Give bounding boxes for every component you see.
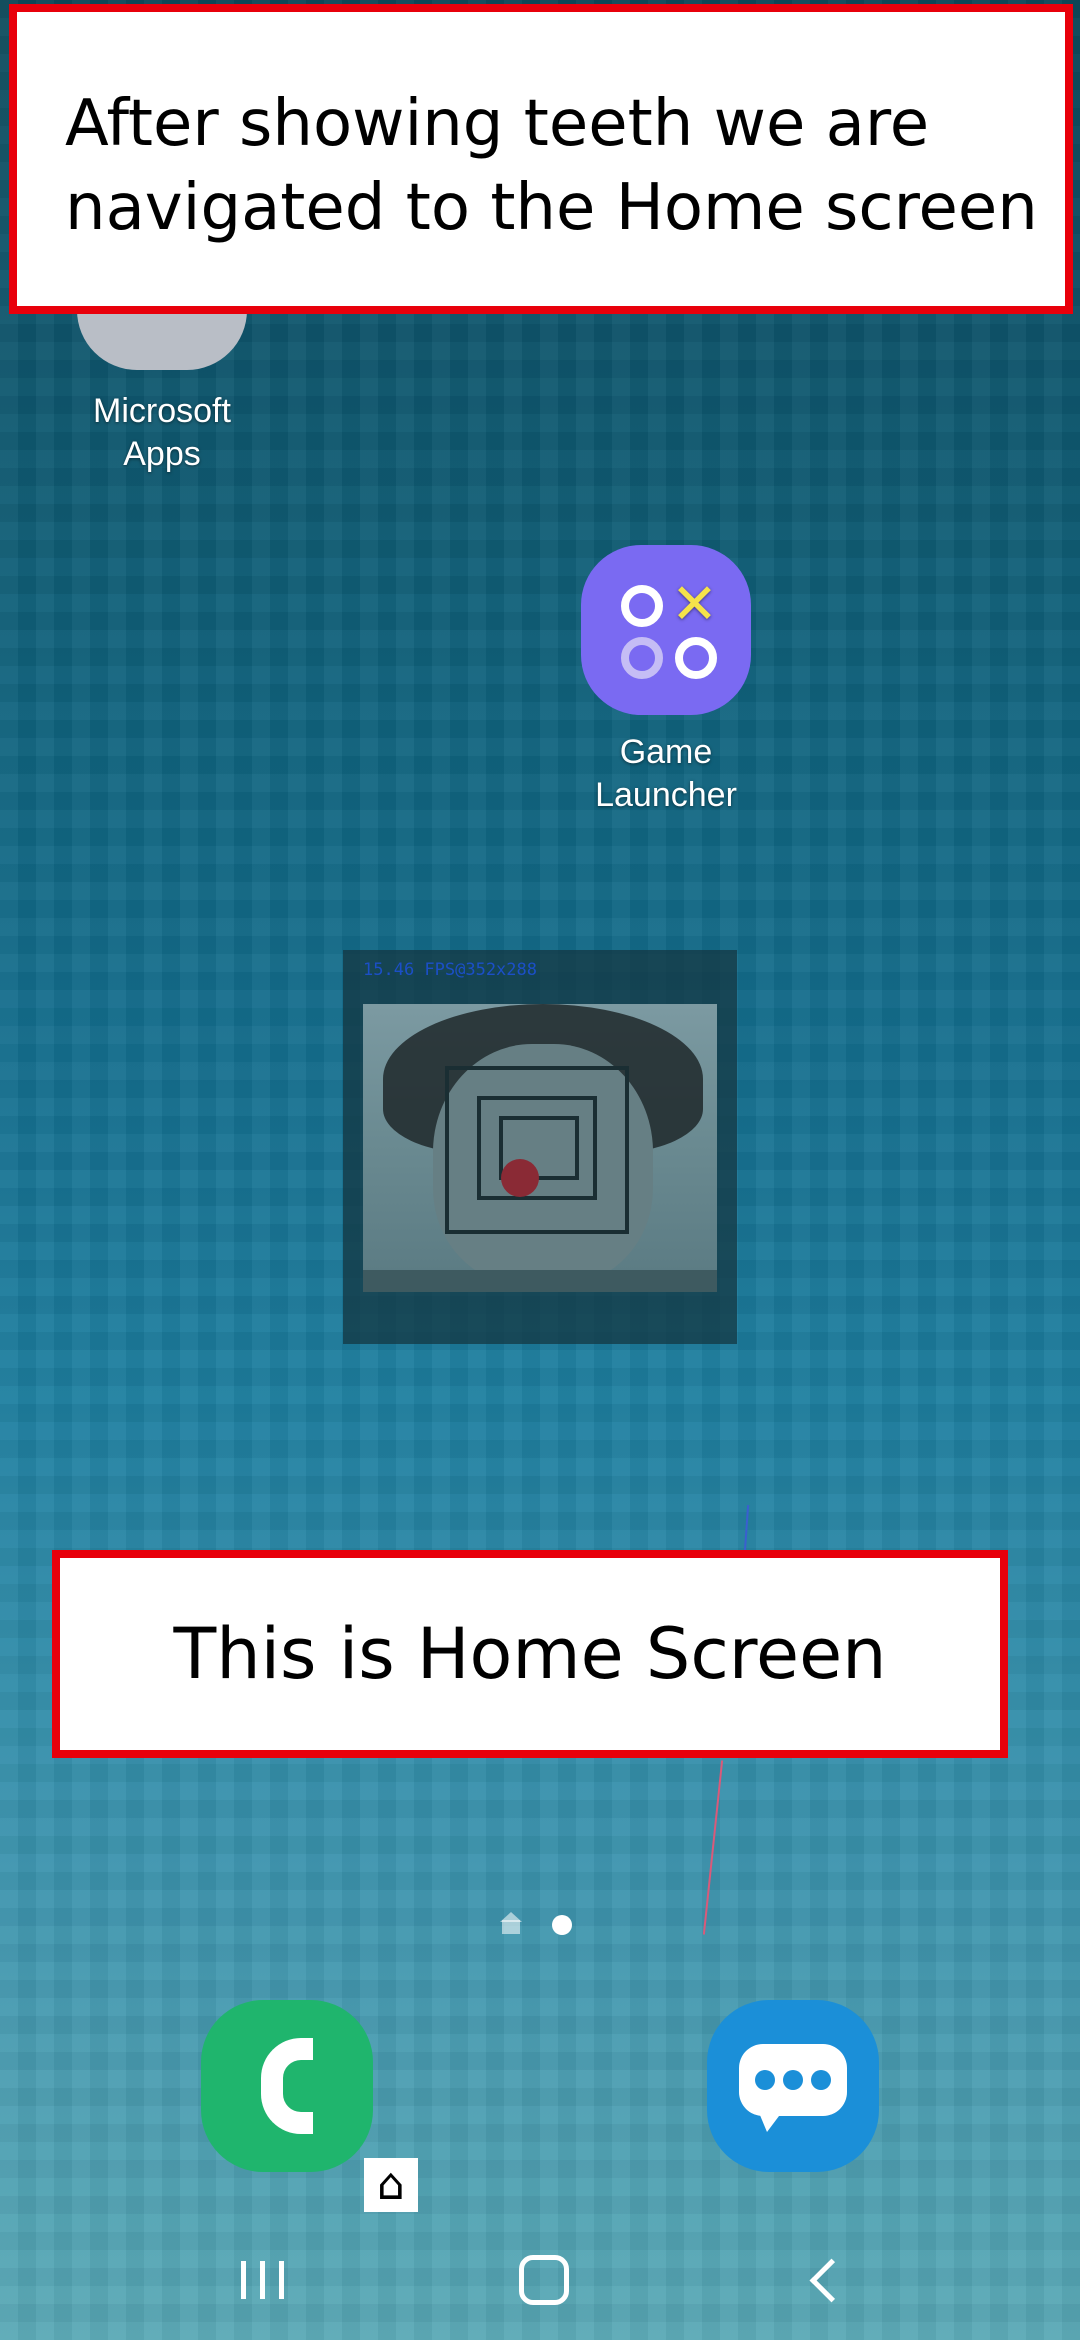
- annotation-text: This is Home Screen: [173, 1613, 887, 1695]
- debug-line-red: [702, 1760, 724, 1935]
- annotation-line-2: navigated to the Home screen: [65, 171, 1038, 245]
- app-label-line1: Microsoft: [93, 392, 231, 430]
- messages-icon[interactable]: [707, 2000, 879, 2172]
- top-annotation-box: After showing teeth we are navigated to …: [9, 4, 1073, 314]
- home-square-icon: [519, 2255, 569, 2305]
- camera-preview-overlay[interactable]: 15.46 FPS@352x288: [343, 950, 737, 1344]
- home-page-indicator-icon[interactable]: [500, 1912, 522, 1936]
- camera-frame: [363, 1004, 717, 1292]
- recents-icon[interactable]: [222, 2248, 302, 2312]
- home-icon[interactable]: ⌂: [364, 2158, 418, 2212]
- shirt: [363, 1270, 717, 1292]
- handset-glyph: [261, 2038, 313, 2134]
- fps-readout: 15.46 FPS@352x288: [363, 960, 537, 980]
- bottom-annotation-box: This is Home Screen: [52, 1550, 1008, 1758]
- app-label-line2: Launcher: [595, 776, 737, 814]
- app-label-line2: Apps: [123, 435, 201, 473]
- page-indicator[interactable]: [500, 1912, 572, 1936]
- game-launcher-icon: ✕: [581, 545, 751, 715]
- navigation-bar: [0, 2220, 1080, 2340]
- back-icon[interactable]: [784, 2248, 864, 2312]
- annotation-line-1: After showing teeth we are: [65, 87, 930, 161]
- app-label-line1: Game: [619, 733, 713, 771]
- home-button[interactable]: [504, 2248, 584, 2312]
- app-game-launcher[interactable]: ✕ Game Launcher: [566, 545, 766, 817]
- page-dot-active[interactable]: [552, 1915, 572, 1935]
- phone-icon[interactable]: [201, 2000, 373, 2172]
- gaze-cursor-dot: [501, 1159, 539, 1197]
